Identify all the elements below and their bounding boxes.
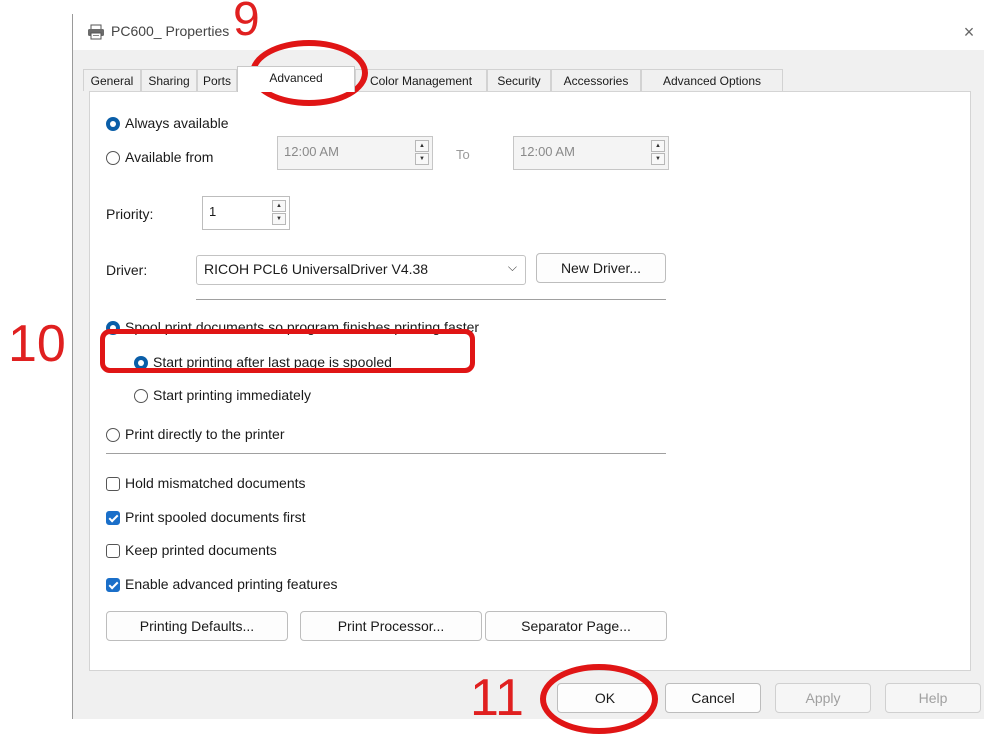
always-available-label: Always available bbox=[125, 115, 229, 131]
print-direct-label: Print directly to the printer bbox=[125, 426, 285, 442]
priority-field[interactable]: 1 ▲ ▼ bbox=[202, 196, 290, 230]
advanced-panel: Always available Available from 12:00 AM… bbox=[89, 91, 971, 671]
tab-sharing[interactable]: Sharing bbox=[141, 69, 197, 91]
tab-security[interactable]: Security bbox=[487, 69, 551, 91]
print-direct-radio[interactable] bbox=[106, 428, 120, 442]
to-time-spinner: ▲ ▼ bbox=[651, 140, 665, 166]
new-driver-button[interactable]: New Driver... bbox=[536, 253, 666, 283]
priority-spinner: ▲ ▼ bbox=[272, 200, 286, 226]
cancel-button[interactable]: Cancel bbox=[665, 683, 761, 713]
spin-down-icon[interactable]: ▼ bbox=[415, 153, 429, 165]
available-from-label: Available from bbox=[125, 149, 214, 165]
driver-select[interactable]: RICOH PCL6 UniversalDriver V4.38 ⌵ bbox=[196, 255, 526, 285]
priority-label: Priority: bbox=[106, 206, 154, 222]
spin-down-icon[interactable]: ▼ bbox=[272, 213, 286, 225]
printing-defaults-button[interactable]: Printing Defaults... bbox=[106, 611, 288, 641]
enable-advanced-features-checkbox[interactable] bbox=[106, 578, 120, 592]
always-available-radio[interactable] bbox=[106, 117, 120, 131]
divider bbox=[106, 453, 666, 454]
spin-up-icon[interactable]: ▲ bbox=[272, 200, 286, 212]
enable-advanced-features-label: Enable advanced printing features bbox=[125, 576, 338, 592]
print-spooled-first-label: Print spooled documents first bbox=[125, 509, 306, 525]
tab-color-management[interactable]: Color Management bbox=[355, 69, 487, 91]
printer-icon bbox=[87, 24, 105, 40]
divider bbox=[196, 299, 666, 300]
to-label: To bbox=[456, 147, 470, 162]
hold-mismatched-label: Hold mismatched documents bbox=[125, 475, 306, 491]
annotation-step-11: 11 bbox=[470, 669, 524, 727]
start-immediately-radio[interactable] bbox=[134, 389, 148, 403]
print-processor-button[interactable]: Print Processor... bbox=[300, 611, 482, 641]
start-immediately-label: Start printing immediately bbox=[153, 387, 311, 403]
tab-advanced[interactable]: Advanced bbox=[237, 66, 355, 92]
help-button[interactable]: Help bbox=[885, 683, 981, 713]
tab-advanced-options[interactable]: Advanced Options bbox=[641, 69, 783, 91]
from-time-value: 12:00 AM bbox=[284, 144, 339, 159]
print-spooled-first-checkbox[interactable] bbox=[106, 511, 120, 525]
hold-mismatched-checkbox[interactable] bbox=[106, 477, 120, 491]
annotation-rect-start-after-last bbox=[100, 329, 475, 373]
separator-page-button[interactable]: Separator Page... bbox=[485, 611, 667, 641]
from-time-field[interactable]: 12:00 AM ▲ ▼ bbox=[277, 136, 433, 170]
keep-printed-checkbox[interactable] bbox=[106, 544, 120, 558]
available-from-radio[interactable] bbox=[106, 151, 120, 165]
spin-up-icon[interactable]: ▲ bbox=[651, 140, 665, 152]
spin-up-icon[interactable]: ▲ bbox=[415, 140, 429, 152]
title-bar: PC600_ Properties × bbox=[73, 14, 984, 50]
tab-accessories[interactable]: Accessories bbox=[551, 69, 641, 91]
apply-button[interactable]: Apply bbox=[775, 683, 871, 713]
window-title: PC600_ Properties bbox=[111, 23, 230, 39]
priority-value: 1 bbox=[209, 204, 217, 219]
tab-ports[interactable]: Ports bbox=[197, 69, 237, 91]
from-time-spinner: ▲ ▼ bbox=[415, 140, 429, 166]
to-time-field[interactable]: 12:00 AM ▲ ▼ bbox=[513, 136, 669, 170]
annotation-step-10: 10 bbox=[8, 315, 66, 373]
keep-printed-label: Keep printed documents bbox=[125, 542, 277, 558]
annotation-step-9: 9 bbox=[233, 0, 260, 46]
spin-down-icon[interactable]: ▼ bbox=[651, 153, 665, 165]
to-time-value: 12:00 AM bbox=[520, 144, 575, 159]
chevron-down-icon: ⌵ bbox=[507, 260, 517, 274]
annotation-ellipse-ok bbox=[540, 664, 658, 734]
close-button[interactable]: × bbox=[957, 20, 981, 44]
driver-label: Driver: bbox=[106, 262, 148, 278]
tab-general[interactable]: General bbox=[83, 69, 141, 91]
driver-value: RICOH PCL6 UniversalDriver V4.38 bbox=[204, 261, 429, 277]
